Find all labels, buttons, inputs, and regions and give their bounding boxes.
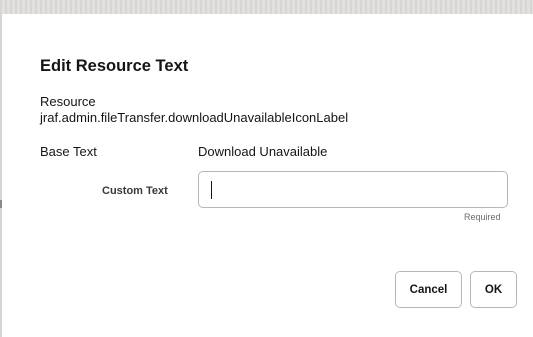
resource-value: jraf.admin.fileTransfer.downloadUnavaila… xyxy=(40,110,349,125)
edit-resource-text-dialog: Edit Resource Text Resource jraf.admin.f… xyxy=(2,14,533,337)
custom-text-input[interactable] xyxy=(198,171,508,208)
base-text-value: Download Unavailable xyxy=(198,144,328,159)
required-hint: Required xyxy=(464,212,501,222)
resource-label: Resource xyxy=(40,94,96,109)
ok-button[interactable]: OK xyxy=(470,271,517,308)
dialog-title: Edit Resource Text xyxy=(40,57,189,75)
text-cursor xyxy=(211,181,212,199)
base-text-label: Base Text xyxy=(40,144,97,159)
custom-text-label: Custom Text xyxy=(102,185,168,197)
cancel-button[interactable]: Cancel xyxy=(395,271,462,308)
background-page-strip xyxy=(0,0,533,14)
